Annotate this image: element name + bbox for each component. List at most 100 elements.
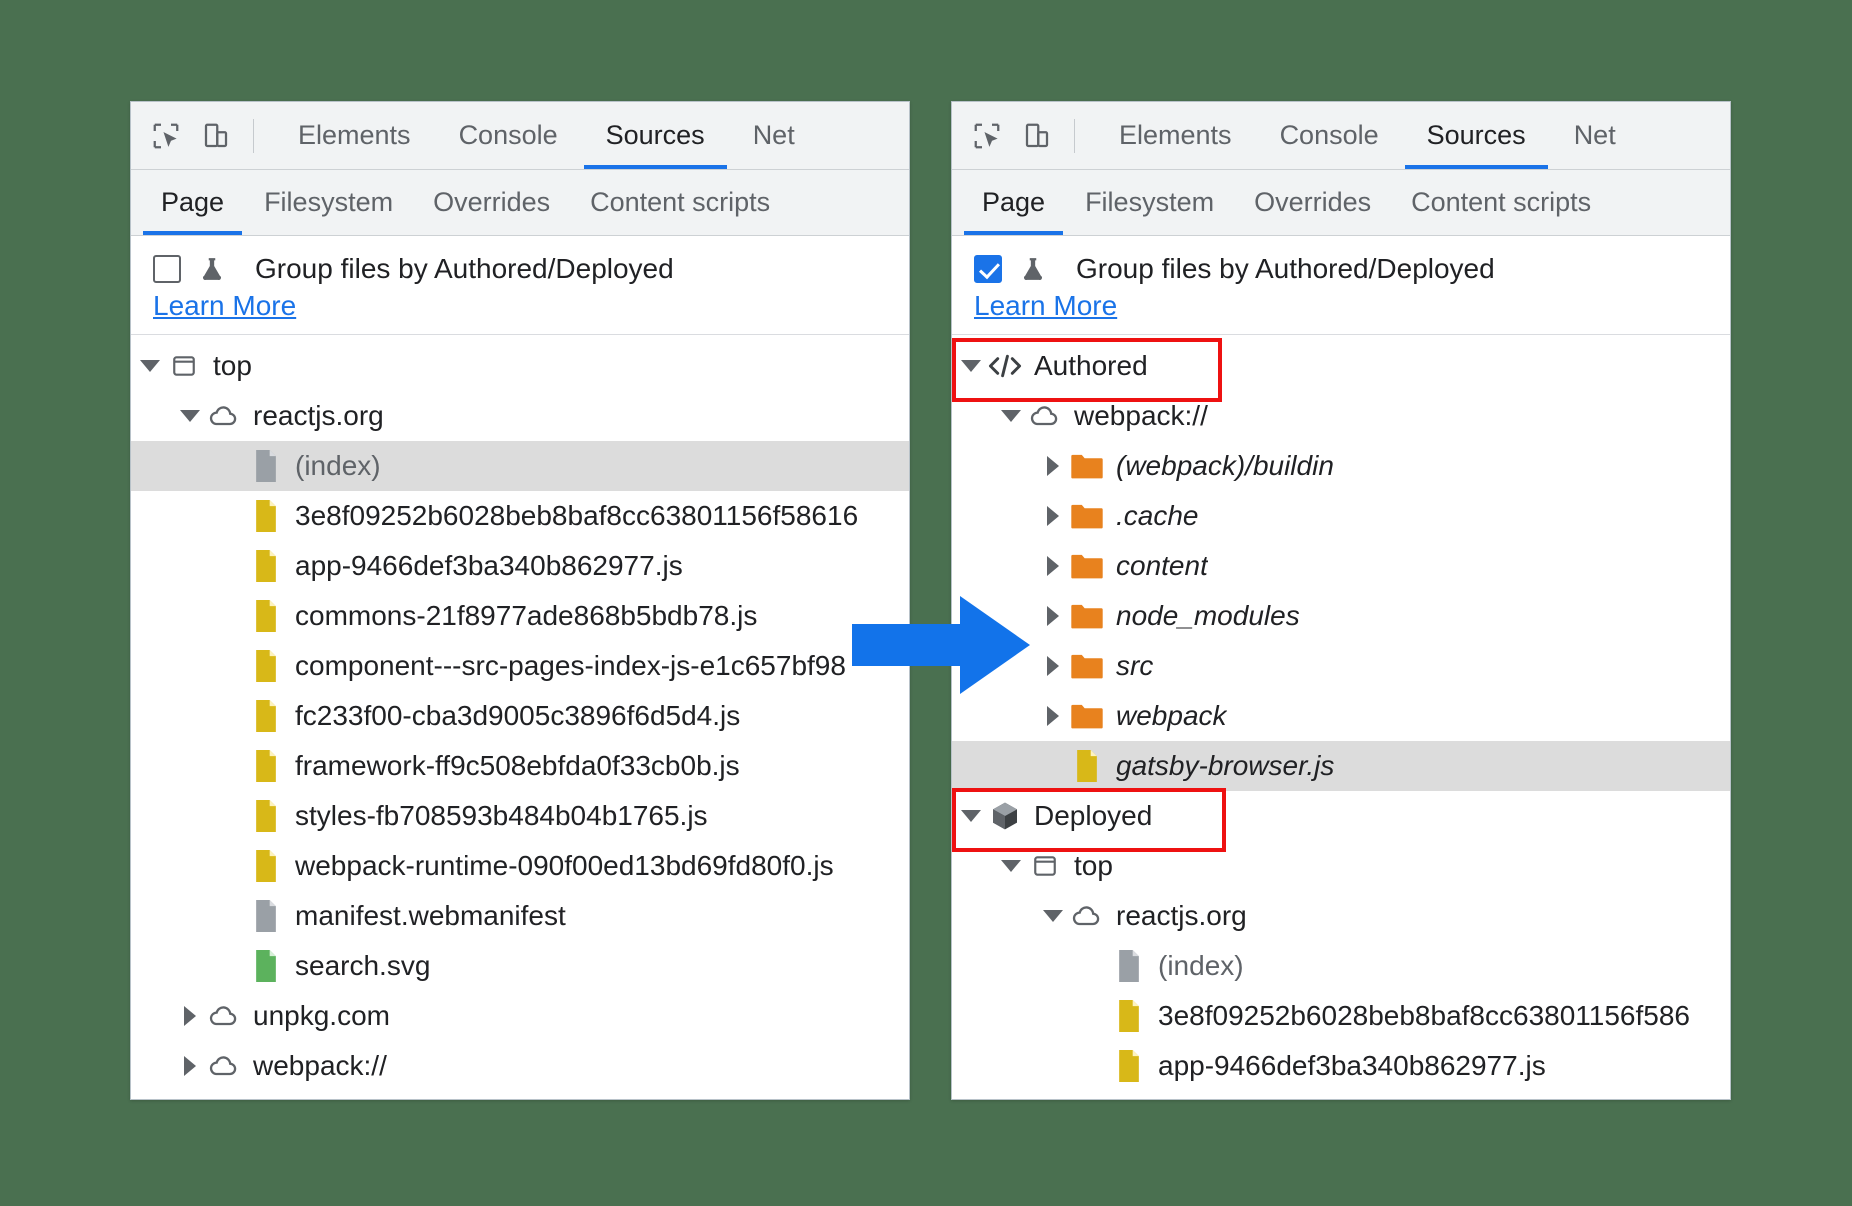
- tree-node-folder[interactable]: (webpack)/buildin: [952, 441, 1730, 491]
- tab-console[interactable]: Console: [435, 102, 582, 169]
- chevron-down-icon[interactable]: [1040, 903, 1066, 929]
- tree-node-top[interactable]: top: [952, 841, 1730, 891]
- tree-node-file[interactable]: component---src-pages-index-js-e1c657bf9…: [131, 641, 909, 691]
- learn-more-link[interactable]: Learn More: [974, 290, 1117, 322]
- code-brackets-icon: [988, 349, 1022, 383]
- tree-node-file[interactable]: search.svg: [131, 941, 909, 991]
- chevron-right-icon[interactable]: [1040, 703, 1066, 729]
- chevron-right-icon[interactable]: [1040, 453, 1066, 479]
- tree-node-index[interactable]: (index): [131, 441, 909, 491]
- tree-node-reactjs-org[interactable]: reactjs.org: [131, 391, 909, 441]
- tree-node-file[interactable]: 3e8f09252b6028beb8baf8cc63801156f586: [952, 991, 1730, 1041]
- subtab-filesystem[interactable]: Filesystem: [244, 170, 413, 235]
- group-files-checkbox-line[interactable]: Group files by Authored/Deployed: [153, 252, 909, 286]
- tree-node-folder[interactable]: src: [952, 641, 1730, 691]
- tree-node-file[interactable]: manifest.webmanifest: [131, 891, 909, 941]
- device-toolbar-icon[interactable]: [199, 119, 233, 153]
- tree-node-folder[interactable]: webpack: [952, 691, 1730, 741]
- tab-network[interactable]: Net: [1550, 102, 1640, 169]
- subtab-page[interactable]: Page: [962, 170, 1065, 235]
- chevron-down-icon[interactable]: [177, 403, 203, 429]
- subtab-filesystem[interactable]: Filesystem: [1065, 170, 1234, 235]
- tree-node-webpack[interactable]: webpack://: [131, 1041, 909, 1091]
- tree-node-top[interactable]: top: [131, 341, 909, 391]
- toolbar-buttons: [952, 102, 1095, 169]
- tree-label: Deployed: [1034, 800, 1152, 832]
- tree-node-file[interactable]: commons-21f8977ade868b5bdb78.js: [131, 591, 909, 641]
- devtools-main-toolbar: Elements Console Sources Net: [131, 102, 909, 170]
- inspect-element-icon[interactable]: [149, 119, 183, 153]
- group-files-label: Group files by Authored/Deployed: [1076, 253, 1495, 285]
- chevron-right-icon[interactable]: [177, 1053, 203, 1079]
- tree-node-file[interactable]: fc233f00-cba3d9005c3896f6d5d4.js: [131, 691, 909, 741]
- tree-node-index[interactable]: (index): [952, 941, 1730, 991]
- tree-label: webpack-runtime-090f00ed13bd69fd80f0.js: [295, 850, 834, 882]
- tree-node-authored[interactable]: Authored: [952, 341, 1730, 391]
- frame-icon: [1028, 849, 1062, 883]
- tree-node-file[interactable]: app-9466def3ba340b862977.js: [131, 541, 909, 591]
- folder-icon: [1070, 649, 1104, 683]
- device-toolbar-icon[interactable]: [1020, 119, 1054, 153]
- tree-node-file[interactable]: app-9466def3ba340b862977.js: [952, 1041, 1730, 1091]
- subtab-overrides[interactable]: Overrides: [413, 170, 570, 235]
- tree-node-gatsby-browser[interactable]: gatsby-browser.js: [952, 741, 1730, 791]
- group-files-option-row: Group files by Authored/Deployed Learn M…: [952, 236, 1730, 335]
- subtab-overrides[interactable]: Overrides: [1234, 170, 1391, 235]
- devtools-main-toolbar: Elements Console Sources Net: [952, 102, 1730, 170]
- inspect-element-icon[interactable]: [970, 119, 1004, 153]
- tree-node-file[interactable]: 3e8f09252b6028beb8baf8cc63801156f58616: [131, 491, 909, 541]
- tree-node-file[interactable]: framework-ff9c508ebfda0f33cb0b.js: [131, 741, 909, 791]
- tree-node-folder[interactable]: node_modules: [952, 591, 1730, 641]
- tab-network[interactable]: Net: [729, 102, 819, 169]
- cube-package-icon: [988, 799, 1022, 833]
- group-files-checkbox[interactable]: [153, 255, 181, 283]
- tab-elements[interactable]: Elements: [1095, 102, 1256, 169]
- devtools-panel-after: Elements Console Sources Net Page Filesy…: [951, 101, 1731, 1100]
- tree-label: top: [213, 350, 252, 382]
- chevron-down-icon[interactable]: [958, 353, 984, 379]
- toolbar-buttons: [131, 102, 274, 169]
- tree-node-deployed[interactable]: Deployed: [952, 791, 1730, 841]
- tab-console[interactable]: Console: [1256, 102, 1403, 169]
- tree-label: node_modules: [1116, 600, 1300, 632]
- tree-label: Authored: [1034, 350, 1148, 382]
- tree-label: 3e8f09252b6028beb8baf8cc63801156f58616: [295, 500, 858, 532]
- tree-node-folder[interactable]: .cache: [952, 491, 1730, 541]
- tree-label: content: [1116, 550, 1208, 582]
- group-files-label: Group files by Authored/Deployed: [255, 253, 674, 285]
- tree-node-reactjs-org[interactable]: reactjs.org: [952, 891, 1730, 941]
- experiment-flask-icon: [195, 252, 229, 286]
- js-file-icon: [249, 749, 283, 783]
- chevron-right-icon[interactable]: [1040, 553, 1066, 579]
- js-file-icon: [1112, 999, 1146, 1033]
- chevron-right-icon[interactable]: [1040, 503, 1066, 529]
- group-files-checkbox[interactable]: [974, 255, 1002, 283]
- chevron-right-icon[interactable]: [177, 1003, 203, 1029]
- chevron-down-icon[interactable]: [137, 353, 163, 379]
- tree-label: commons-21f8977ade868b5bdb78.js: [295, 600, 757, 632]
- chevron-down-icon[interactable]: [998, 403, 1024, 429]
- tree-label: framework-ff9c508ebfda0f33cb0b.js: [295, 750, 740, 782]
- chevron-right-icon[interactable]: [1040, 653, 1066, 679]
- subtab-page[interactable]: Page: [141, 170, 244, 235]
- tree-node-folder[interactable]: content: [952, 541, 1730, 591]
- group-files-checkbox-line[interactable]: Group files by Authored/Deployed: [974, 252, 1730, 286]
- tree-node-file[interactable]: webpack-runtime-090f00ed13bd69fd80f0.js: [131, 841, 909, 891]
- tree-node-unpkg-com[interactable]: unpkg.com: [131, 991, 909, 1041]
- learn-more-link[interactable]: Learn More: [153, 290, 296, 322]
- subtab-content-scripts[interactable]: Content scripts: [570, 170, 790, 235]
- chevron-right-icon[interactable]: [1040, 603, 1066, 629]
- experiment-flask-icon: [1016, 252, 1050, 286]
- tab-sources[interactable]: Sources: [582, 102, 729, 169]
- tree-label: (webpack)/buildin: [1116, 450, 1334, 482]
- tab-sources[interactable]: Sources: [1403, 102, 1550, 169]
- tree-node-file[interactable]: styles-fb708593b484b04b1765.js: [131, 791, 909, 841]
- tab-elements[interactable]: Elements: [274, 102, 435, 169]
- document-file-icon: [1112, 949, 1146, 983]
- tree-node-webpack-root[interactable]: webpack://: [952, 391, 1730, 441]
- chevron-down-icon[interactable]: [958, 803, 984, 829]
- chevron-down-icon[interactable]: [998, 853, 1024, 879]
- subtab-content-scripts[interactable]: Content scripts: [1391, 170, 1611, 235]
- tree-label: reactjs.org: [1116, 900, 1247, 932]
- tree-label: src: [1116, 650, 1153, 682]
